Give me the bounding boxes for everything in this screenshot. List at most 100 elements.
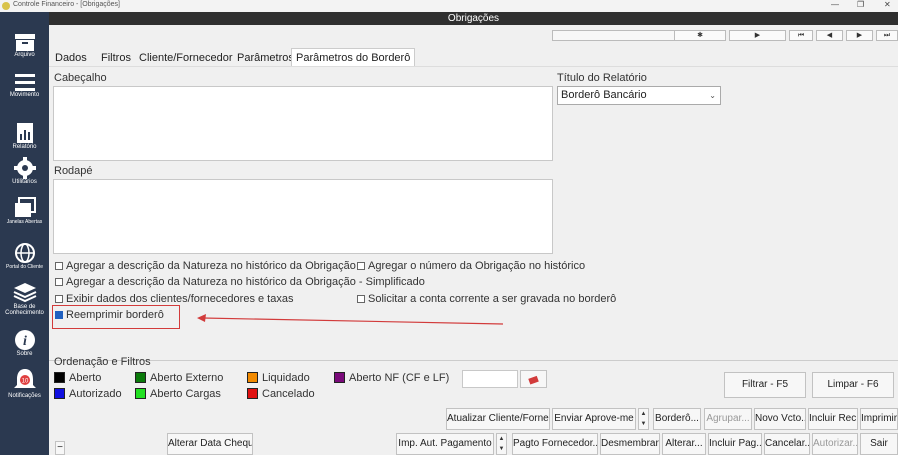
sidebar-item-notificacoes[interactable]: 10 Notificações — [0, 367, 49, 399]
spin-up-icon: ▲ — [498, 436, 505, 442]
checkbox-agregar-numero[interactable]: Agregar o número da Obrigação no históri… — [357, 260, 585, 272]
filter-input[interactable] — [462, 370, 518, 388]
alterar-data-cheque-button[interactable]: Alterar Data Cheque — [167, 433, 253, 455]
color-swatch — [247, 372, 258, 383]
checkbox-label: Agregar a descrição da Natureza no histó… — [66, 276, 425, 288]
close-button[interactable]: ✕ — [884, 0, 891, 9]
checkbox-label: Agregar o número da Obrigação no históri… — [368, 260, 586, 272]
legend-label: Aberto Externo — [150, 372, 224, 384]
sidebar-item-label: Base de Conhecimento — [5, 304, 44, 316]
sidebar-item-movimento[interactable]: Movimento — [0, 72, 49, 98]
tab-dados[interactable]: Dados — [51, 50, 91, 66]
spinner-button[interactable]: ▲ ▼ — [496, 433, 507, 455]
spin-down-icon: ▼ — [498, 446, 505, 452]
checkbox-agregar-natureza[interactable]: Agregar a descrição da Natureza no histó… — [55, 260, 356, 272]
titulo-relatorio-label: Título do Relatório — [557, 72, 647, 84]
incluir-pag-button[interactable]: Incluir Pag... — [708, 433, 762, 455]
collapse-button[interactable]: − — [55, 441, 65, 455]
rodape-textarea[interactable] — [53, 179, 553, 254]
checkbox-solicitar-conta[interactable]: Solicitar a conta corrente a ser gravada… — [357, 293, 616, 305]
checkbox-box[interactable] — [55, 278, 63, 286]
legend-label: Aberto Cargas — [150, 388, 221, 400]
color-swatch — [54, 388, 65, 399]
sidebar-item-portal[interactable]: Portal do Cliente — [0, 242, 49, 270]
spinner-button[interactable]: ▲ ▼ — [638, 408, 649, 430]
autorizar-button[interactable]: Autorizar... — [812, 433, 858, 455]
cabecalho-textarea[interactable] — [53, 86, 553, 161]
archive-icon — [14, 34, 35, 51]
tab-filtros[interactable]: Filtros — [97, 50, 135, 66]
sidebar-item-label: Portal do Cliente — [6, 264, 43, 270]
novo-vcto-button[interactable]: Novo Vcto... — [754, 408, 806, 430]
sair-button[interactable]: Sair — [860, 433, 898, 455]
notification-badge: 10 — [21, 379, 28, 385]
checkbox-label: Agregar a descrição da Natureza no histó… — [66, 260, 356, 272]
last-record-button[interactable]: ⏭ — [876, 30, 898, 41]
checkbox-box[interactable] — [357, 295, 365, 303]
next-record-button[interactable]: ▶ — [846, 30, 873, 41]
tab-parametros[interactable]: Parâmetros — [233, 50, 298, 66]
sidebar-item-label: Notificações — [8, 393, 41, 399]
imp-aut-pagamento-button[interactable]: Imp. Aut. Pagamento — [396, 433, 494, 455]
checkbox-exibir-dados[interactable]: Exibir dados dos clientes/fornecedores e… — [55, 293, 293, 305]
sidebar-item-janelas[interactable]: Janelas Abertas — [0, 197, 49, 225]
maximize-button[interactable]: ❐ — [857, 0, 864, 9]
legend-liquidado: Liquidado — [247, 372, 310, 384]
checkbox-label: Exibir dados dos clientes/fornecedores e… — [66, 293, 294, 305]
pagto-fornecedor-button[interactable]: Pagto Fornecedor... — [512, 433, 598, 455]
play-button[interactable]: ▶ — [729, 30, 786, 41]
sidebar-item-label: Relatório — [12, 144, 37, 150]
cancelar-button[interactable]: Cancelar... — [764, 433, 810, 455]
checkbox-box[interactable] — [357, 262, 365, 270]
tab-cliente-fornecedor[interactable]: Cliente/Fornecedor — [135, 50, 237, 66]
bell-icon: 10 — [13, 369, 36, 388]
legend-aberto: Aberto — [54, 372, 101, 384]
legend-label: Aberto — [69, 372, 102, 384]
bordero-button[interactable]: Borderô... — [653, 408, 701, 430]
color-swatch — [334, 372, 345, 383]
sidebar-item-base-conhecimento[interactable]: Base de Conhecimento — [0, 282, 49, 316]
color-swatch — [247, 388, 258, 399]
sidebar-item-label: Arquivo — [14, 52, 35, 58]
report-icon — [16, 123, 33, 143]
globe-icon — [14, 243, 35, 263]
agrupar-button[interactable]: Agrupar... — [704, 408, 752, 430]
filtrar-button[interactable]: Filtrar - F5 — [724, 372, 806, 398]
rodape-label: Rodapé — [54, 165, 93, 177]
legend-aberto-nf: Aberto NF (CF e LF) — [334, 372, 449, 384]
spin-down-icon: ▼ — [640, 421, 647, 427]
svg-text:i: i — [23, 334, 27, 349]
incluir-rec-button[interactable]: Incluir Rec... — [808, 408, 858, 430]
annotation-arrow-icon — [197, 314, 504, 325]
checkbox-agregar-simplificado[interactable]: Agregar a descrição da Natureza no histó… — [55, 276, 425, 288]
sidebar-item-label: Utilitários — [12, 179, 37, 185]
sidebar-item-utilitarios[interactable]: Utilitários — [0, 157, 49, 185]
sidebar-item-arquivo[interactable]: Arquivo — [0, 32, 49, 58]
enviar-aproveme-button[interactable]: Enviar Aprove-me — [552, 408, 636, 430]
bookmark-button[interactable]: ✱ — [674, 30, 726, 41]
atualizar-cliente-button[interactable]: Atualizar Cliente/Fornec — [446, 408, 550, 430]
minimize-button[interactable]: — — [831, 0, 839, 9]
imprimir-button[interactable]: Imprimir... — [860, 408, 898, 430]
prev-record-button[interactable]: ◀ — [816, 30, 843, 41]
checkbox-box[interactable] — [55, 262, 63, 270]
sidebar-item-label: Movimento — [9, 92, 40, 98]
sidebar-item-sobre[interactable]: i Sobre — [0, 329, 49, 357]
legend-label: Aberto NF (CF e LF) — [349, 372, 450, 384]
checkbox-box[interactable] — [55, 295, 63, 303]
titulo-relatorio-select[interactable]: Borderô Bancário ⌄ — [557, 86, 721, 105]
tab-parametros-bordero[interactable]: Parâmetros do Borderô — [291, 48, 416, 66]
desmembrar-button[interactable]: Desmembrar... — [600, 433, 660, 455]
app-icon — [2, 2, 10, 10]
window-titlebar: Controle Financeiro - [Obrigações] — ❐ ✕ — [0, 0, 898, 12]
sidebar-item-relatorio[interactable]: Relatório — [0, 122, 49, 150]
eraser-button[interactable] — [520, 370, 547, 388]
color-swatch — [135, 388, 146, 399]
page-title: Obrigações — [49, 12, 898, 25]
first-record-button[interactable]: ⏮ — [789, 30, 813, 41]
window-title: Controle Financeiro - [Obrigações] — [13, 1, 120, 8]
legend-aberto-cargas: Aberto Cargas — [135, 388, 221, 400]
alterar-button[interactable]: Alterar... — [662, 433, 706, 455]
limpar-button[interactable]: Limpar - F6 — [812, 372, 894, 398]
sidebar-item-label: Sobre — [16, 351, 33, 357]
